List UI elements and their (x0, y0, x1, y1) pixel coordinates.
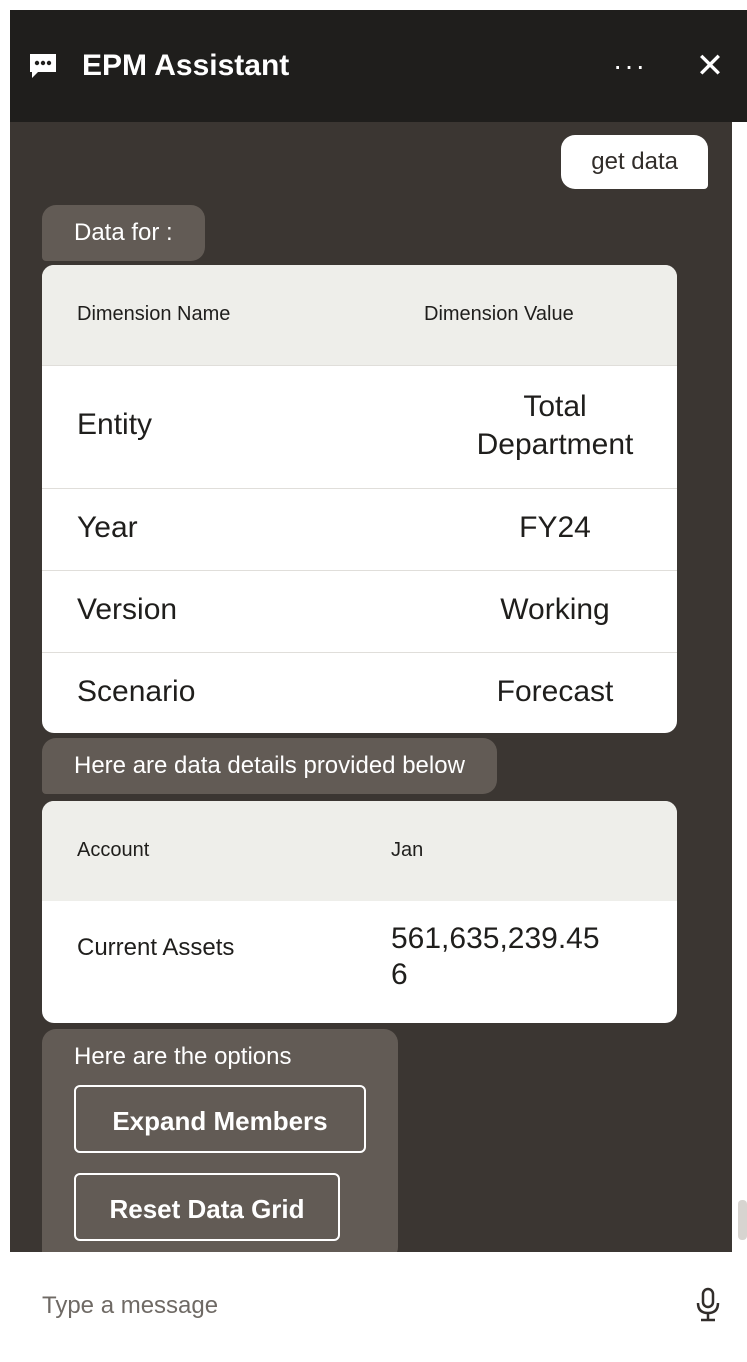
reset-data-grid-button[interactable]: Reset Data Grid (74, 1173, 340, 1241)
dimension-value-cell: Working (500, 593, 610, 626)
dimension-value-cell: Forecast (496, 675, 614, 708)
dimension-name-cell: Scenario (77, 675, 196, 708)
data-table: Account Jan Current Assets 561,635,239.4… (42, 801, 677, 1023)
close-button[interactable]: ✕ (690, 46, 730, 86)
column-header-dimension-name: Dimension Name (77, 303, 231, 325)
dimension-table: Dimension Name Dimension Value Entity To… (42, 265, 677, 733)
bot-message-data-for: Data for : (42, 205, 205, 261)
jan-value-cell: 561,635,239.45 6 (391, 922, 600, 991)
column-header-jan: Jan (391, 839, 424, 861)
header-bar: EPM Assistant ··· ✕ (10, 10, 747, 122)
expand-members-button[interactable]: Expand Members (74, 1085, 366, 1153)
table-row: Entity Total Department (42, 365, 677, 488)
bot-message-options: Here are the options Expand Members Rese… (42, 1029, 398, 1252)
dimension-value-cell: Total Department (476, 390, 634, 461)
dimension-name-cell: Version (77, 593, 178, 626)
user-message: get data (561, 135, 708, 189)
table-row: Current Assets 561,635,239.45 6 (42, 901, 677, 1022)
microphone-icon[interactable] (694, 1287, 722, 1323)
table-row: Version Working (42, 570, 677, 652)
account-cell: Current Assets (77, 934, 235, 961)
data-table-header: Account Jan (42, 801, 677, 901)
scrollbar-thumb[interactable] (738, 1200, 747, 1240)
options-label: Here are the options (74, 1043, 292, 1070)
message-input[interactable]: Type a message (42, 1292, 218, 1320)
dimension-table-header: Dimension Name Dimension Value (42, 265, 677, 365)
table-row: Scenario Forecast (42, 652, 677, 733)
epm-assistant-panel: EPM Assistant ··· ✕ get data Data for : … (10, 10, 747, 1362)
scrollbar[interactable] (732, 122, 747, 1252)
column-header-dimension-value: Dimension Value (424, 303, 574, 325)
more-options-button[interactable]: ··· (610, 46, 650, 86)
dimension-value-cell: FY24 (519, 511, 591, 544)
chat-bubble-icon (30, 54, 56, 78)
dimension-name-cell: Entity (77, 408, 153, 441)
conversation-area[interactable]: get data Data for : Dimension Name Dimen… (10, 122, 732, 1252)
message-composer[interactable]: Type a message (10, 1252, 747, 1362)
column-header-account: Account (77, 839, 150, 861)
header-title: EPM Assistant (82, 49, 290, 82)
dimension-name-cell: Year (77, 511, 138, 544)
bot-message-details: Here are data details provided below (42, 738, 497, 794)
table-row: Year FY24 (42, 488, 677, 570)
